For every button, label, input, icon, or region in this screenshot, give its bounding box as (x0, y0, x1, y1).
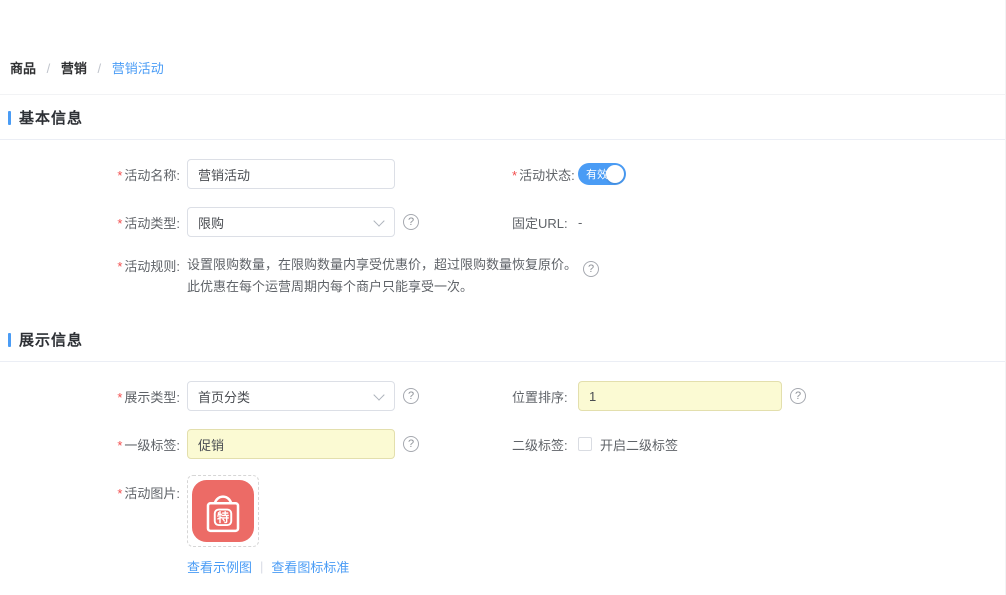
display-info-form: *展示类型: 首页分类 ? 位置排序: ? *一级标签: ? 二级标签: (0, 362, 1005, 576)
breadcrumb-item-goods[interactable]: 商品 (10, 61, 36, 76)
form-row-name-status: *活动名称: *活动状态: 有效 (0, 159, 1005, 189)
section-title: 展示信息 (19, 329, 83, 350)
form-row-displaytype-order: *展示类型: 首页分类 ? 位置排序: ? (0, 381, 1005, 411)
form-row-tags: *一级标签: ? 二级标签: 开启二级标签 (0, 429, 1005, 459)
primary-tag-input[interactable] (187, 429, 395, 459)
rule-line-1: 设置限购数量，在限购数量内享受优惠价，超过限购数量恢复原价。 (187, 257, 577, 272)
rule-line-2: 此优惠在每个运营周期内每个商户只能享受一次。 (187, 277, 599, 296)
fixed-url-label: 固定URL: (512, 213, 578, 232)
basic-info-form: *活动名称: *活动状态: 有效 *活动类型: 限购 ? (0, 140, 1005, 296)
help-icon[interactable]: ? (583, 261, 599, 277)
link-separator: | (260, 559, 263, 574)
position-order-label: 位置排序: (512, 387, 578, 406)
activity-status-toggle[interactable]: 有效 (578, 163, 626, 185)
image-help-links: 查看示例图 | 查看图标标准 (187, 557, 349, 576)
activity-type-select[interactable]: 限购 (187, 207, 395, 237)
activity-type-selected-value: 限购 (198, 213, 224, 232)
help-icon[interactable]: ? (403, 214, 419, 230)
activity-image-label: *活动图片: (0, 475, 180, 502)
marketing-activity-page: 商品 / 营销 / 营销活动 基本信息 *活动名称: *活动状态: 有效 (0, 0, 1006, 595)
breadcrumb-separator: / (98, 61, 102, 76)
breadcrumb: 商品 / 营销 / 营销活动 (0, 0, 1005, 95)
activity-type-label: *活动类型: (0, 213, 180, 232)
required-asterisk: * (117, 438, 122, 453)
section-title: 基本信息 (19, 107, 83, 128)
special-offer-bag-icon: 特 (192, 480, 254, 542)
form-row-rule: *活动规则: 设置限购数量，在限购数量内享受优惠价，超过限购数量恢复原价。? 此… (0, 255, 1005, 296)
help-icon[interactable]: ? (403, 388, 419, 404)
svg-text:特: 特 (217, 510, 229, 525)
required-asterisk: * (117, 486, 122, 501)
view-icon-standard-link[interactable]: 查看图标标准 (271, 557, 349, 576)
activity-status-label: *活动状态: (512, 165, 578, 184)
required-asterisk: * (117, 168, 122, 183)
form-row-type-url: *活动类型: 限购 ? 固定URL: - (0, 207, 1005, 237)
breadcrumb-item-marketing[interactable]: 营销 (61, 61, 87, 76)
breadcrumb-separator: / (47, 61, 51, 76)
display-type-select[interactable]: 首页分类 (187, 381, 395, 411)
display-type-selected-value: 首页分类 (198, 387, 250, 406)
view-example-link[interactable]: 查看示例图 (187, 557, 252, 576)
chevron-down-icon (373, 389, 384, 400)
primary-tag-label: *一级标签: (0, 435, 180, 454)
activity-name-input[interactable] (187, 159, 395, 189)
toggle-on-label: 有效 (578, 166, 608, 182)
form-row-image: *活动图片: 特 查看示例图 | 查看图标标准 (0, 475, 1005, 576)
help-icon[interactable]: ? (790, 388, 806, 404)
secondary-tag-checkbox-label[interactable]: 开启二级标签 (600, 435, 678, 454)
position-order-input[interactable] (578, 381, 782, 411)
display-type-label: *展示类型: (0, 387, 180, 406)
section-accent-bar (8, 333, 11, 347)
secondary-tag-checkbox[interactable] (578, 437, 592, 451)
activity-name-label: *活动名称: (0, 165, 180, 184)
required-asterisk: * (117, 390, 122, 405)
activity-rule-text: 设置限购数量，在限购数量内享受优惠价，超过限购数量恢复原价。? 此优惠在每个运营… (187, 255, 599, 296)
chevron-down-icon (373, 215, 384, 226)
section-header-basic-info: 基本信息 (0, 95, 1005, 140)
secondary-tag-label: 二级标签: (512, 435, 578, 454)
required-asterisk: * (512, 168, 517, 183)
help-icon[interactable]: ? (403, 436, 419, 452)
activity-rule-label: *活动规则: (0, 255, 180, 275)
toggle-knob (606, 165, 624, 183)
section-accent-bar (8, 111, 11, 125)
section-header-display-info: 展示信息 (0, 317, 1005, 362)
required-asterisk: * (117, 259, 122, 274)
required-asterisk: * (117, 216, 122, 231)
fixed-url-value: - (578, 215, 582, 230)
activity-image-upload[interactable]: 特 (187, 475, 259, 547)
breadcrumb-item-marketing-activity[interactable]: 营销活动 (112, 61, 164, 76)
